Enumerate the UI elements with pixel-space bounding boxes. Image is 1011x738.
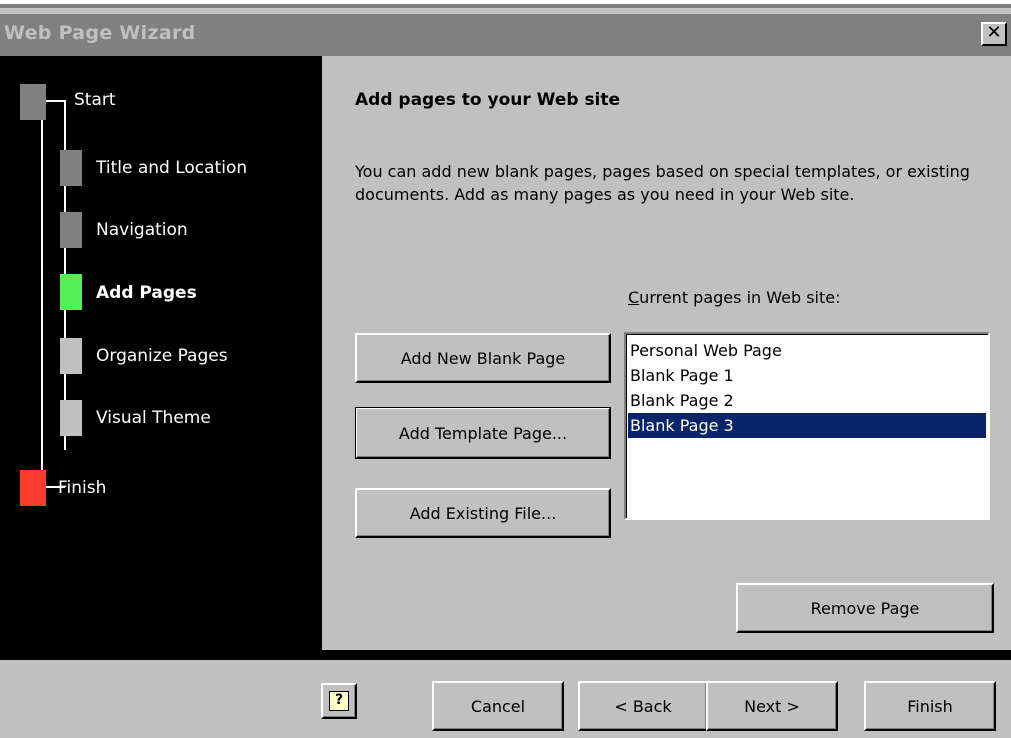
back-label: < Back <box>614 696 672 716</box>
finish-label: Finish <box>907 696 953 716</box>
cancel-label: Cancel <box>470 696 526 716</box>
step-navigation-label[interactable]: Navigation <box>96 220 188 240</box>
page-description: You can add new blank pages, pages based… <box>355 162 970 204</box>
step-navigation-marker <box>60 212 82 248</box>
add-existing-file-label: Add Existing File... <box>409 503 557 523</box>
remove-page-button[interactable]: Remove Page <box>736 583 994 633</box>
close-icon[interactable]: ✕ <box>981 22 1007 46</box>
page-heading: Add pages to your Web site <box>355 90 621 110</box>
add-template-page-label: Add Template Page... <box>398 423 568 443</box>
step-title-location-label[interactable]: Title and Location <box>96 158 247 178</box>
list-item[interactable]: Blank Page 1 <box>628 363 986 388</box>
step-visual-theme-label[interactable]: Visual Theme <box>96 408 211 428</box>
remove-page-label: Remove Page <box>810 598 920 618</box>
back-button[interactable]: < Back <box>578 681 708 731</box>
wizard-steps-sidebar: Start Title and Location Navigation Add … <box>0 56 322 650</box>
step-start-label[interactable]: Start <box>74 90 116 110</box>
window-title: Web Page Wizard <box>4 22 196 44</box>
step-organize-pages-label[interactable]: Organize Pages <box>96 346 228 366</box>
next-button[interactable]: Next > <box>706 681 838 731</box>
list-item[interactable]: Blank Page 2 <box>628 388 986 413</box>
cancel-button[interactable]: Cancel <box>432 681 564 731</box>
add-existing-file-button[interactable]: Add Existing File... <box>355 488 611 538</box>
step-visual-theme-marker <box>60 400 82 436</box>
step-title-location-marker <box>60 150 82 186</box>
step-organize-pages-marker <box>60 338 82 374</box>
window-top-edge <box>0 0 1011 8</box>
add-new-blank-page-button[interactable]: Add New Blank Page <box>355 333 611 383</box>
step-add-pages-label[interactable]: Add Pages <box>96 283 197 303</box>
list-item-selected[interactable]: Blank Page 3 <box>628 413 986 438</box>
next-label: Next > <box>744 696 800 716</box>
list-label-mnemonic: C <box>628 288 640 307</box>
list-label-text: urrent pages in Web site: <box>639 288 841 307</box>
step-add-pages-marker <box>60 274 82 310</box>
title-bar: Web Page Wizard <box>0 14 1011 56</box>
footer-divider <box>0 650 1011 660</box>
list-item[interactable]: Personal Web Page <box>628 338 986 363</box>
help-button[interactable]: ? <box>321 683 357 719</box>
finish-button[interactable]: Finish <box>864 681 996 731</box>
current-pages-label: Current pages in Web site: <box>628 288 841 307</box>
step-start-marker <box>20 84 46 120</box>
help-icon: ? <box>329 691 349 711</box>
add-template-page-button[interactable]: Add Template Page... <box>355 407 611 459</box>
step-finish-marker <box>20 470 46 506</box>
wizard-window: Web Page Wizard ✕ Start Title and Locati… <box>0 0 1011 738</box>
current-pages-list[interactable]: Personal Web Page Blank Page 1 Blank Pag… <box>624 332 990 520</box>
step-finish-label[interactable]: Finish <box>58 478 106 498</box>
add-new-blank-page-label: Add New Blank Page <box>400 348 566 368</box>
tree-main-line <box>41 100 43 486</box>
